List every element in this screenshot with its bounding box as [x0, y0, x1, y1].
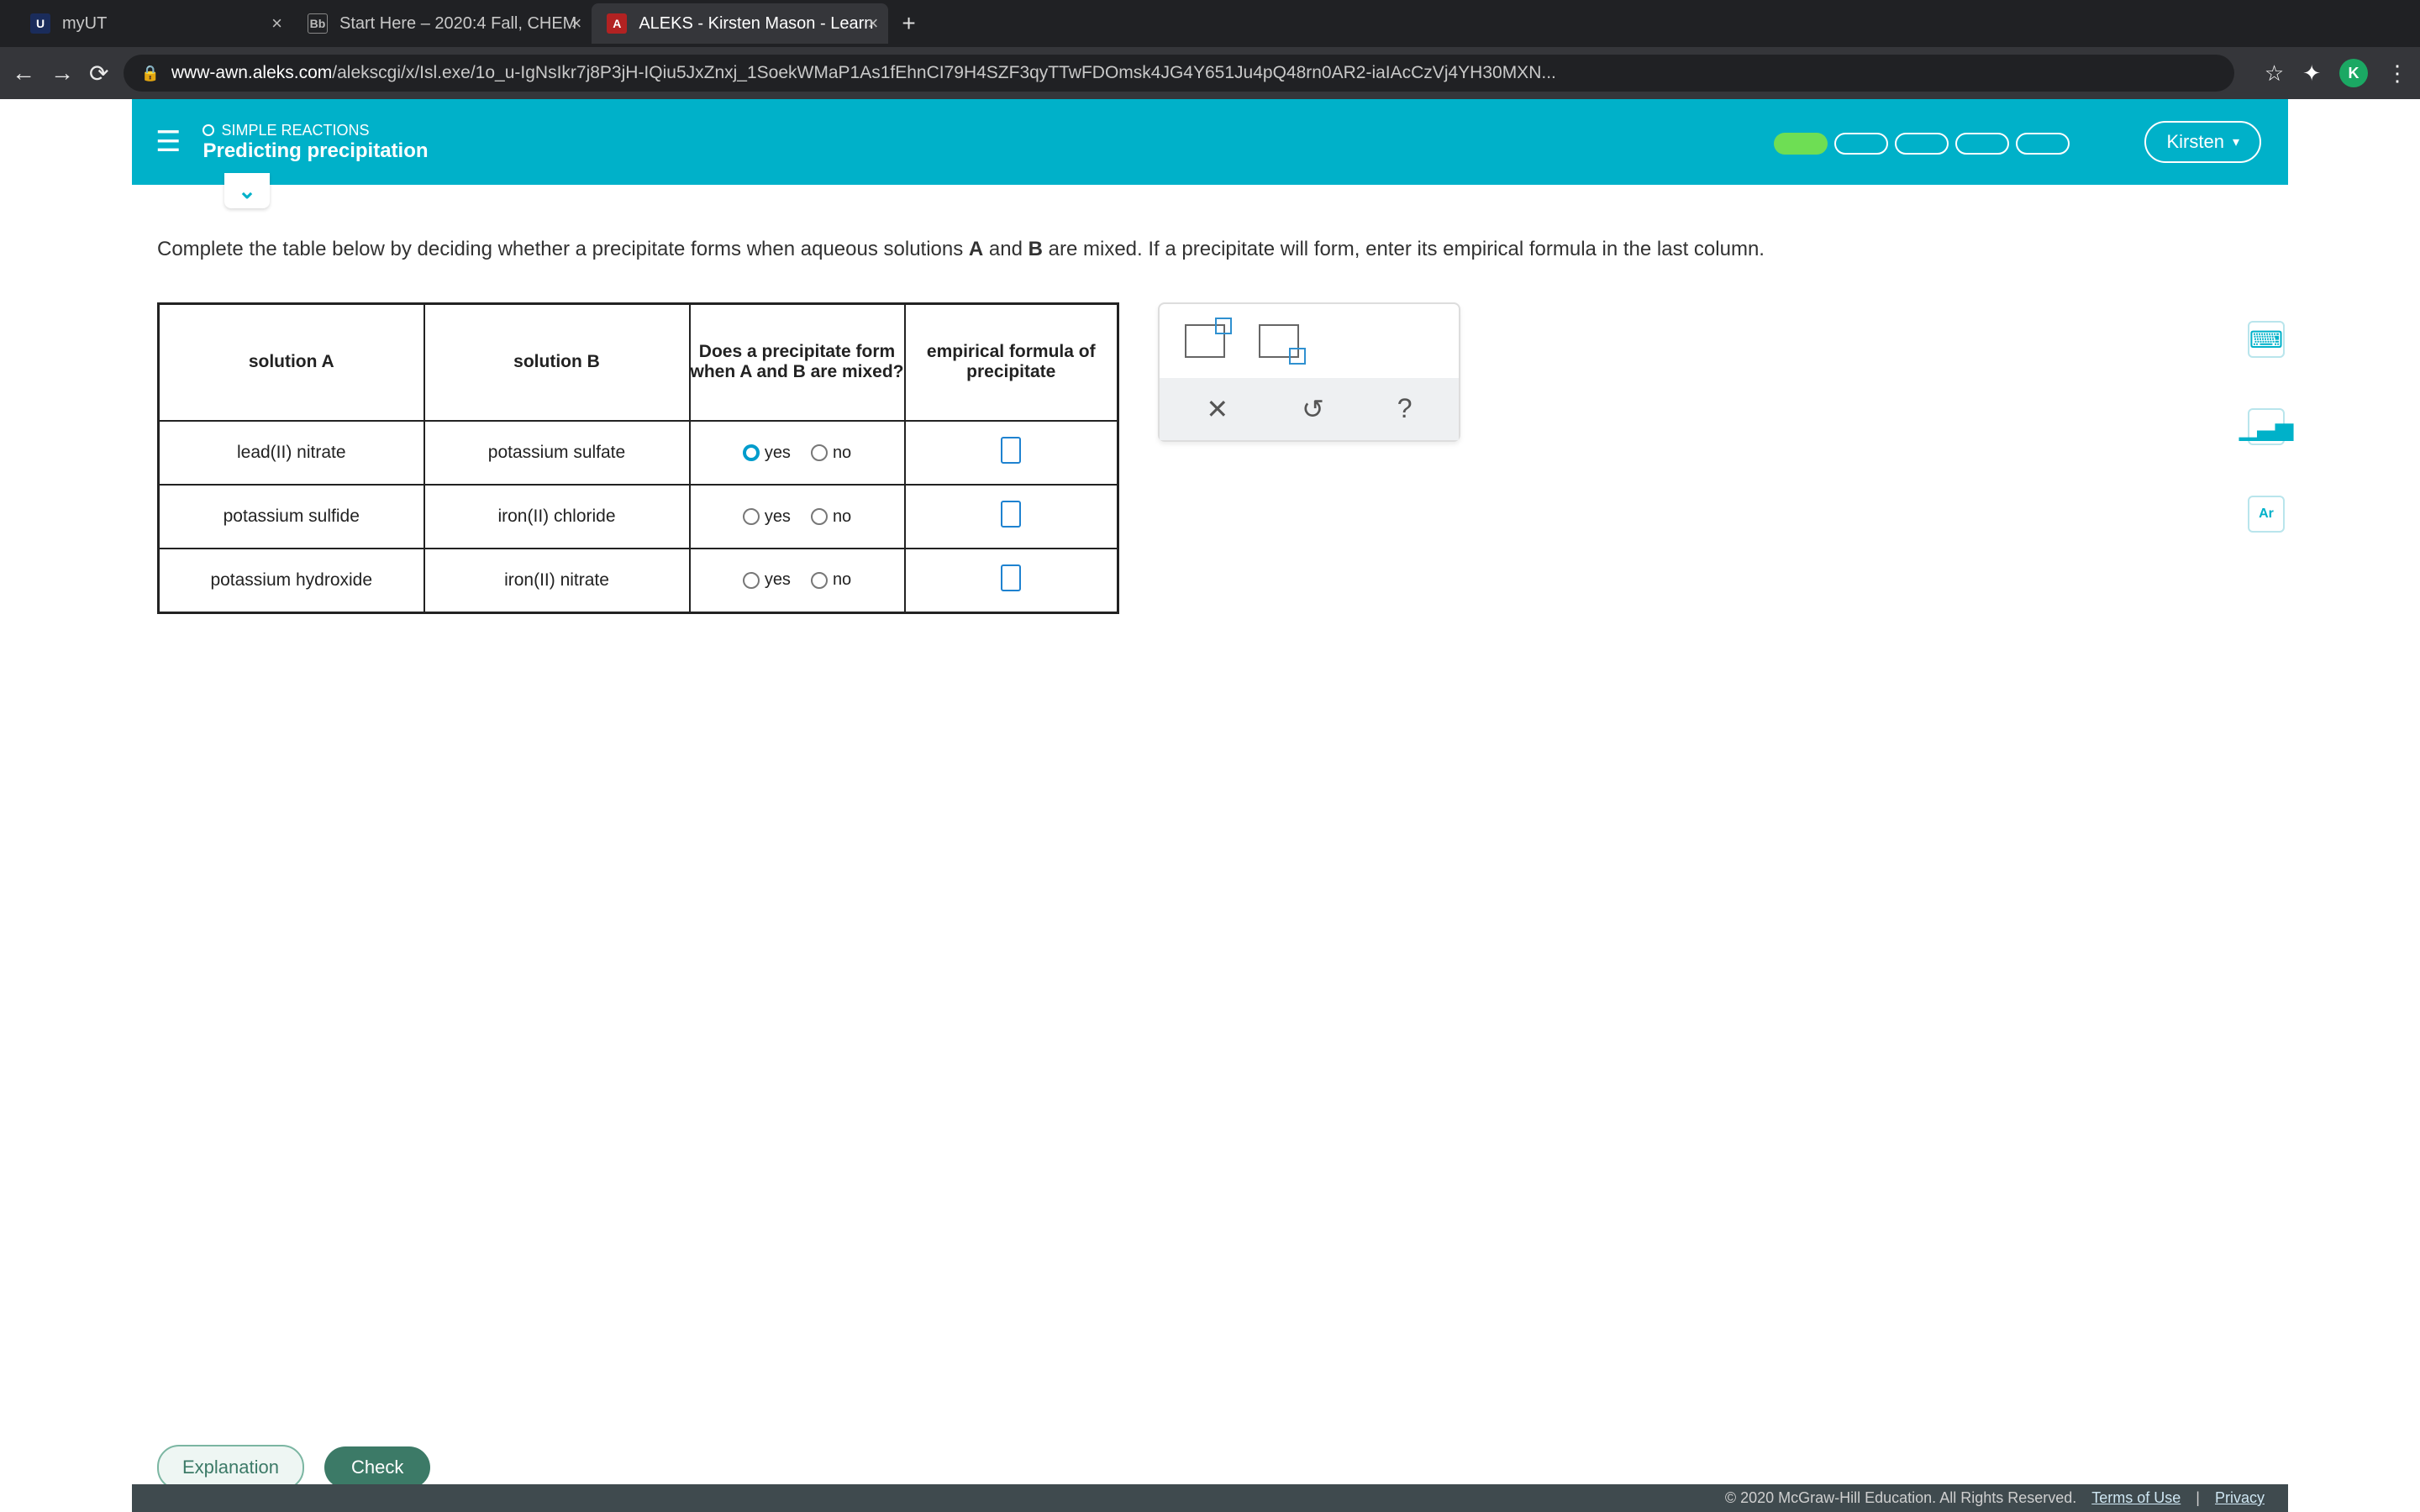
user-name: Kirsten [2166, 131, 2223, 153]
copyright-bar: © 2020 McGraw-Hill Education. All Rights… [132, 1484, 2288, 1512]
favicon-bb: Bb [308, 13, 328, 34]
formula-input [1001, 501, 1021, 528]
col-formula: empirical formula of precipitate [905, 303, 1118, 421]
cell-b: iron(II) chloride [424, 485, 690, 549]
breadcrumb: SIMPLE REACTIONS [221, 122, 369, 139]
favicon-ut: U [30, 13, 50, 34]
cell-a: potassium hydroxide [159, 549, 424, 612]
cell-b: iron(II) nitrate [424, 549, 690, 612]
clear-button[interactable]: ✕ [1206, 393, 1228, 425]
calculator-icon[interactable]: ⌨ [2248, 321, 2285, 358]
help-button[interactable]: ? [1397, 393, 1413, 425]
formula-input [1001, 437, 1021, 464]
address-bar: ← → ⟳ 🔒 www-awn.aleks.com/alekscgi/x/Isl… [0, 47, 2420, 99]
stats-icon[interactable]: ▁▃▅ [2248, 408, 2285, 445]
hamburger-icon[interactable]: ☰ [155, 125, 181, 159]
radio-no[interactable]: no [811, 444, 851, 463]
progress-segment [2016, 133, 2070, 155]
cell-formula[interactable] [905, 485, 1118, 549]
progress-segment [1895, 133, 1949, 155]
cell-radio: yes no [690, 485, 905, 549]
tab-label: myUT [62, 14, 107, 34]
radio-no[interactable]: no [811, 507, 851, 527]
extensions-icon[interactable]: ✦ [2302, 60, 2321, 87]
cell-a: potassium sulfide [159, 485, 424, 549]
footer-actions: Explanation Check [132, 1445, 2288, 1490]
radio-yes[interactable]: yes [743, 507, 791, 527]
table-row: potassium sulfide iron(II) chloride yes … [159, 485, 1118, 549]
radio-no[interactable]: no [811, 570, 851, 590]
progress-pills [1774, 133, 2070, 155]
explanation-button[interactable]: Explanation [157, 1445, 304, 1490]
privacy-link[interactable]: Privacy [2215, 1489, 2265, 1507]
instructions: Complete the table below by deciding whe… [157, 235, 2006, 264]
page-title: Predicting precipitation [203, 139, 428, 163]
url-field[interactable]: 🔒 www-awn.aleks.com/alekscgi/x/Isl.exe/1… [124, 55, 2233, 92]
status-dot-icon [203, 124, 214, 136]
cell-b: potassium sulfate [424, 421, 690, 485]
tab-label: ALEKS - Kirsten Mason - Learn [639, 14, 873, 34]
close-icon[interactable]: × [868, 13, 879, 34]
cell-a: lead(II) nitrate [159, 421, 424, 485]
cell-radio: yes no [690, 421, 905, 485]
progress-segment [1834, 133, 1888, 155]
radio-yes[interactable]: yes [743, 444, 791, 463]
col-solution-a: solution A [159, 303, 424, 421]
col-solution-b: solution B [424, 303, 690, 421]
aleks-header: ☰ SIMPLE REACTIONS Predicting precipitat… [132, 99, 2288, 185]
tab-strip: U myUT × Bb Start Here – 2020:4 Fall, CH… [0, 0, 2420, 47]
favicon-aleks: A [607, 13, 627, 34]
copyright-text: © 2020 McGraw-Hill Education. All Rights… [1725, 1489, 2076, 1507]
chevron-down-icon: ▾ [2233, 134, 2239, 150]
cell-radio: yes no [690, 549, 905, 612]
radio-yes[interactable]: yes [743, 570, 791, 590]
bookmark-icon[interactable]: ☆ [2265, 60, 2284, 87]
tab-aleks[interactable]: A ALEKS - Kirsten Mason - Learn × [592, 3, 888, 44]
url-text: www-awn.aleks.com/alekscgi/x/Isl.exe/1o_… [171, 63, 1556, 83]
periodic-table-icon[interactable]: Ar [2248, 496, 2285, 533]
profile-avatar[interactable]: K [2339, 59, 2368, 87]
progress-segment [1774, 133, 1828, 155]
table-row: potassium hydroxide iron(II) nitrate yes… [159, 549, 1118, 612]
back-button[interactable]: ← [12, 60, 35, 87]
lock-icon: 🔒 [140, 65, 159, 82]
col-question: Does a precipitate form when A and B are… [690, 303, 905, 421]
precipitate-table: solution A solution B Does a precipitate… [157, 302, 1119, 614]
forward-button[interactable]: → [50, 60, 74, 87]
close-icon[interactable]: × [271, 13, 282, 34]
menu-icon[interactable]: ⋮ [2386, 60, 2408, 87]
undo-button[interactable]: ↺ [1302, 393, 1324, 425]
formula-input [1001, 564, 1021, 591]
input-palette: ✕ ↺ ? [1158, 302, 1460, 442]
table-row: lead(II) nitrate potassium sulfate yes n… [159, 421, 1118, 485]
tab-myut[interactable]: U myUT × [15, 3, 292, 44]
tab-blackboard[interactable]: Bb Start Here – 2020:4 Fall, CHEM × [292, 3, 592, 44]
reload-button[interactable]: ⟳ [89, 60, 108, 87]
new-tab-button[interactable]: + [888, 10, 929, 37]
cell-formula[interactable] [905, 549, 1118, 612]
superscript-button[interactable] [1185, 324, 1225, 358]
user-menu[interactable]: Kirsten ▾ [2144, 121, 2261, 163]
terms-link[interactable]: Terms of Use [2091, 1489, 2181, 1507]
check-button[interactable]: Check [324, 1446, 430, 1488]
tab-label: Start Here – 2020:4 Fall, CHEM [339, 14, 576, 34]
progress-segment [1955, 133, 2009, 155]
close-icon[interactable]: × [571, 13, 581, 34]
right-toolbar: ⌨ ▁▃▅ Ar [2248, 321, 2285, 533]
cell-formula[interactable] [905, 421, 1118, 485]
subscript-button[interactable] [1259, 324, 1299, 358]
